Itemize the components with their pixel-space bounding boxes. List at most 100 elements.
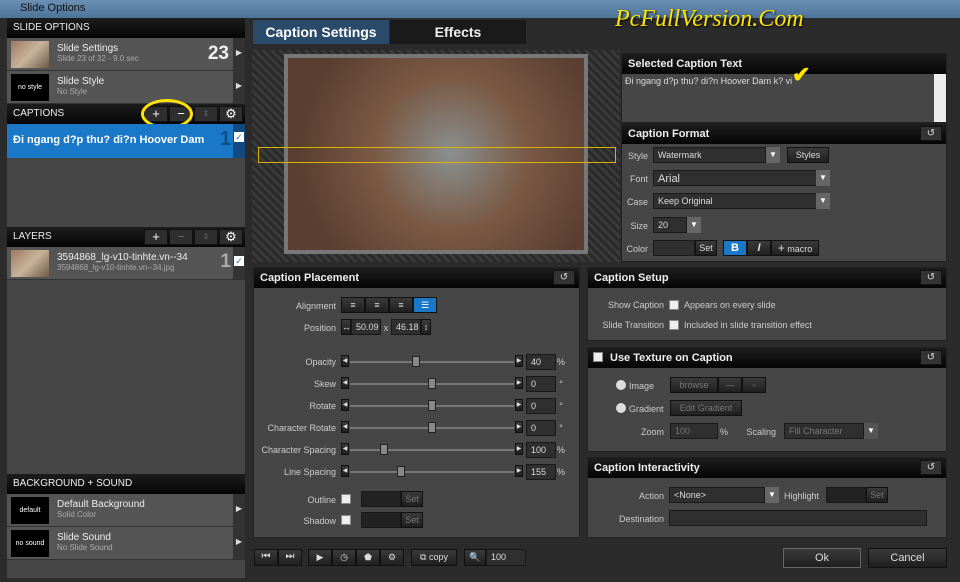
clock-icon[interactable]: ◷	[332, 549, 356, 566]
slider-decrement-button[interactable]: ◀	[341, 399, 349, 411]
slider-track[interactable]	[350, 361, 514, 363]
shadow-color-swatch[interactable]	[361, 512, 401, 528]
tab-caption-settings[interactable]: Caption Settings	[253, 20, 389, 44]
use-texture-checkbox[interactable]	[593, 352, 603, 362]
image-radio[interactable]	[616, 380, 626, 390]
reset-icon[interactable]: ↺	[920, 126, 942, 141]
remove-layer-button[interactable]: −	[169, 229, 193, 245]
chevron-down-icon[interactable]: ▼	[766, 147, 780, 163]
slider-value-input[interactable]: 0	[526, 398, 556, 414]
slide-style-row[interactable]: no style Slide Style No Style ▶	[7, 71, 245, 104]
play-button[interactable]: ▶	[308, 549, 332, 566]
preview-zoom-input[interactable]: 100	[486, 549, 526, 566]
highlight-color-swatch[interactable]	[826, 487, 866, 503]
slider-decrement-button[interactable]: ◀	[341, 421, 349, 433]
slider-thumb[interactable]	[428, 400, 436, 411]
outline-checkbox[interactable]	[341, 494, 351, 504]
style-select[interactable]: Watermark	[653, 147, 766, 163]
chevron-down-icon[interactable]: ▼	[864, 423, 878, 439]
background-row[interactable]: default Default Background Solid Color ▶	[7, 494, 245, 527]
slider-increment-button[interactable]: ▶	[515, 443, 523, 455]
search-icon[interactable]: 🔍	[464, 549, 486, 566]
position-x-input[interactable]: 50.09	[351, 319, 381, 335]
slider-value-input[interactable]: 100	[526, 442, 556, 458]
caption-bounding-box[interactable]	[258, 147, 616, 163]
layer-list-item[interactable]: 3594868_lg-v10-tinhte.vn--34 3594868_lg-…	[7, 247, 245, 280]
slider-thumb[interactable]	[428, 378, 436, 389]
slider-track[interactable]	[350, 471, 514, 473]
macro-button[interactable]: + macro	[771, 240, 819, 256]
caption-visible-checkbox[interactable]: ✓	[233, 124, 245, 158]
gear-icon[interactable]: ⚙	[219, 106, 243, 122]
show-caption-checkbox[interactable]	[669, 300, 679, 310]
chevron-down-icon[interactable]: ▼	[816, 170, 830, 186]
gear-icon[interactable]: ⚙	[380, 549, 404, 566]
align-left-button[interactable]: ≡	[341, 297, 365, 313]
styles-button[interactable]: Styles	[787, 147, 829, 163]
tab-effects[interactable]: Effects	[390, 20, 526, 44]
reset-icon[interactable]: ↺	[920, 350, 942, 365]
chevron-right-icon[interactable]: ▶	[233, 527, 245, 559]
slide-settings-row[interactable]: Slide Settings Slide 23 of 32 - 9.0 sec …	[7, 38, 245, 71]
ok-button[interactable]: Ok	[783, 548, 861, 568]
color-set-button[interactable]: Set	[695, 240, 717, 256]
browse-button[interactable]: browse	[670, 377, 718, 393]
gradient-radio[interactable]	[616, 403, 626, 413]
zoom-input[interactable]: 100	[670, 423, 718, 439]
marker-icon[interactable]: ⬟	[356, 549, 380, 566]
case-select[interactable]: Keep Original	[653, 193, 817, 209]
previous-slide-button[interactable]: ⏮	[254, 549, 278, 566]
slider-thumb[interactable]	[411, 356, 420, 367]
outline-color-swatch[interactable]	[361, 491, 401, 507]
chevron-down-icon[interactable]: ▼	[765, 487, 779, 503]
slider-value-input[interactable]: 0	[526, 376, 556, 392]
size-select[interactable]: 20	[653, 217, 687, 233]
position-y-input[interactable]: 46.18	[391, 319, 421, 335]
image-preview-button[interactable]: ▫	[742, 377, 766, 393]
slider-increment-button[interactable]: ▶	[515, 399, 523, 411]
italic-button[interactable]: I	[747, 240, 771, 256]
align-center-button[interactable]: ≡	[365, 297, 389, 313]
copy-button[interactable]: ⧉ copy	[411, 549, 457, 566]
slider-value-input[interactable]: 155	[526, 464, 556, 480]
slider-track[interactable]	[350, 449, 514, 451]
action-select[interactable]: <None>	[669, 487, 765, 503]
destination-input[interactable]	[669, 510, 927, 526]
outline-set-button[interactable]: Set	[401, 491, 423, 507]
slider-increment-button[interactable]: ▶	[515, 377, 523, 389]
slider-decrement-button[interactable]: ◀	[341, 355, 349, 367]
slider-decrement-button[interactable]: ◀	[341, 465, 349, 477]
caption-preview[interactable]	[252, 50, 620, 262]
slider-increment-button[interactable]: ▶	[515, 355, 523, 367]
caption-list-item[interactable]: Đi ngang d?p thu? di?n Hoover Dam 1 ✓	[7, 124, 245, 158]
scrollbar[interactable]	[934, 74, 946, 122]
layer-visible-checkbox[interactable]: ✓	[233, 247, 245, 279]
slider-value-input[interactable]: 40	[526, 354, 556, 370]
chevron-right-icon[interactable]: ▶	[233, 494, 245, 526]
add-layer-button[interactable]: +	[144, 229, 168, 245]
scaling-select[interactable]: Fill Character	[784, 423, 864, 439]
edit-gradient-button[interactable]: Edit Gradient	[670, 400, 742, 416]
slider-decrement-button[interactable]: ◀	[341, 377, 349, 389]
bold-button[interactable]: B	[723, 240, 747, 256]
slide-transition-checkbox[interactable]	[669, 320, 679, 330]
reset-icon[interactable]: ↺	[920, 460, 942, 475]
reset-icon[interactable]: ↺	[553, 270, 575, 285]
reorder-layer-button[interactable]: ⇕	[194, 229, 218, 245]
slider-increment-button[interactable]: ▶	[515, 465, 523, 477]
slider-increment-button[interactable]: ▶	[515, 421, 523, 433]
slider-thumb[interactable]	[396, 466, 405, 477]
color-swatch[interactable]	[653, 240, 695, 256]
align-justify-button[interactable]: ☰	[413, 297, 437, 313]
align-right-button[interactable]: ≡	[389, 297, 413, 313]
highlight-set-button[interactable]: Set	[866, 487, 888, 503]
next-slide-button[interactable]: ⏭	[278, 549, 302, 566]
slider-thumb[interactable]	[428, 422, 436, 433]
slider-value-input[interactable]: 0	[526, 420, 556, 436]
clear-image-button[interactable]: —	[718, 377, 742, 393]
slider-decrement-button[interactable]: ◀	[341, 443, 349, 455]
cancel-button[interactable]: Cancel	[868, 548, 947, 568]
reorder-caption-button[interactable]: ⇕	[194, 106, 218, 122]
shadow-set-button[interactable]: Set	[401, 512, 423, 528]
chevron-right-icon[interactable]: ▶	[233, 38, 245, 70]
